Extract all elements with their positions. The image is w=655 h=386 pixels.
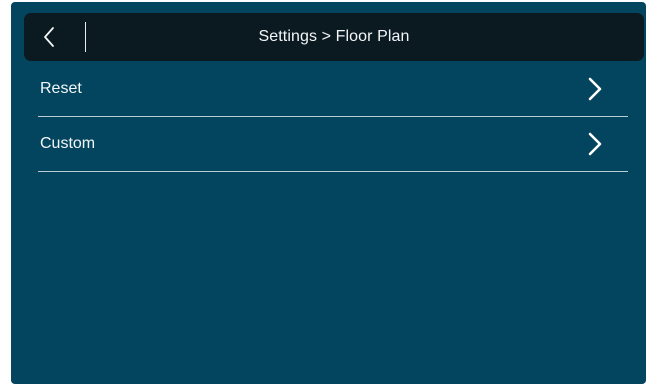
chevron-right-icon	[588, 77, 602, 101]
header-bar: Settings > Floor Plan	[24, 13, 644, 61]
menu-item-reset[interactable]: Reset	[38, 62, 628, 117]
settings-list: Reset Custom	[38, 62, 628, 172]
menu-item-custom[interactable]: Custom	[38, 117, 628, 172]
page-title: Settings > Floor Plan	[258, 28, 410, 45]
settings-screen: Settings > Floor Plan Reset Custom	[11, 2, 646, 384]
chevron-right-icon	[588, 132, 602, 156]
menu-item-label: Reset	[40, 80, 82, 97]
menu-item-label: Custom	[40, 135, 96, 152]
